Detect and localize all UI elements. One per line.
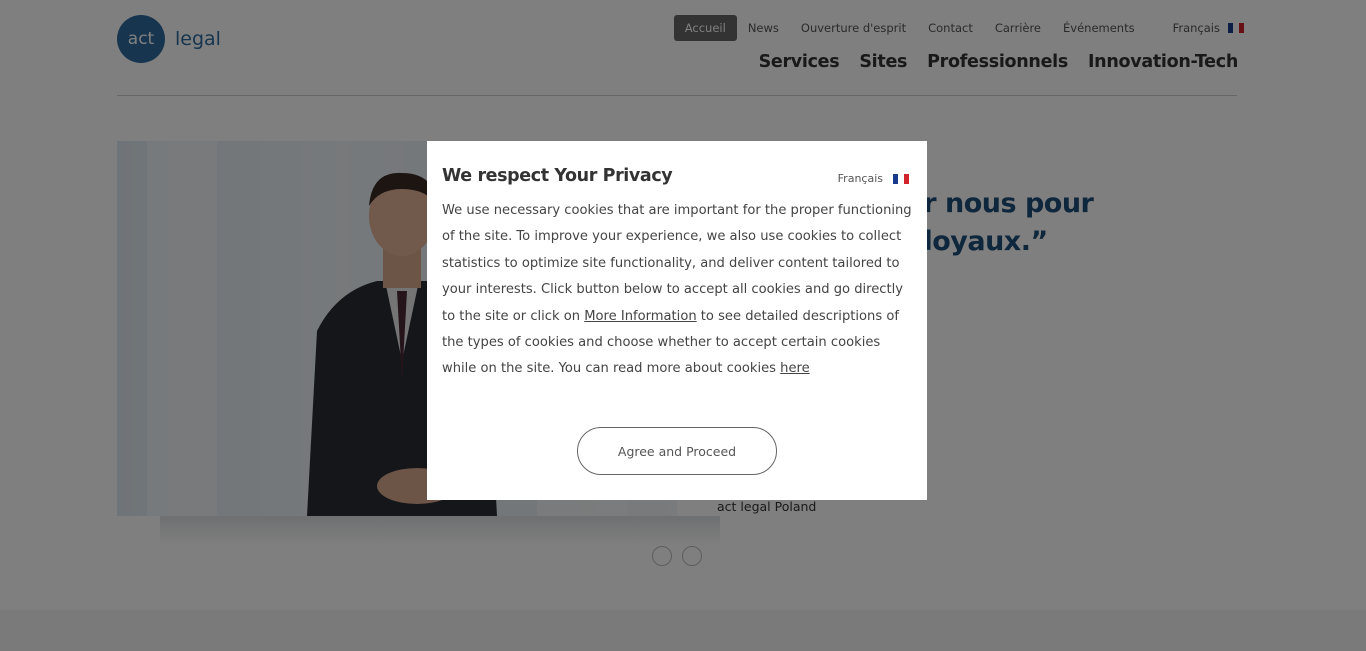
privacy-modal: We respect Your Privacy Français We use …: [427, 141, 927, 500]
more-information-link[interactable]: More Information: [584, 309, 696, 324]
modal-body: We use necessary cookies that are import…: [442, 198, 912, 383]
cookies-here-link[interactable]: here: [780, 361, 810, 376]
agree-and-proceed-button[interactable]: Agree and Proceed: [577, 427, 777, 475]
modal-language-selector[interactable]: Français: [838, 172, 909, 185]
modal-language-label: Français: [837, 172, 883, 185]
modal-text: We use necessary cookies that are import…: [442, 203, 912, 324]
french-flag-icon: [893, 173, 909, 184]
modal-title: We respect Your Privacy: [442, 166, 673, 186]
